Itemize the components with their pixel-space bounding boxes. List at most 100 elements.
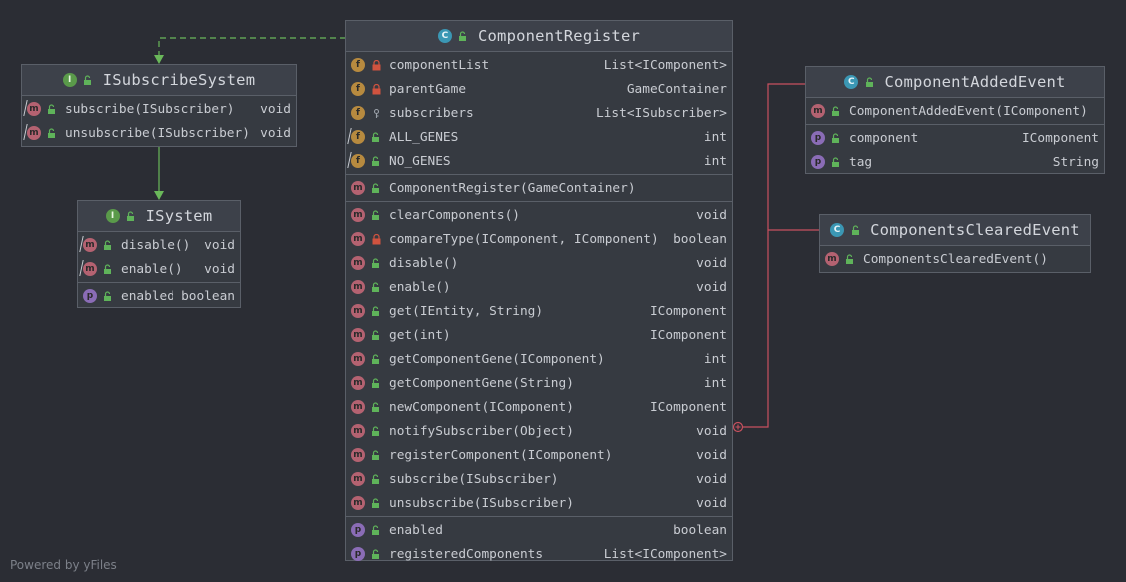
method-icon: m xyxy=(27,126,41,140)
method-row[interactable]: m disable() void xyxy=(78,233,240,257)
class-header[interactable]: I ISystem xyxy=(78,201,240,232)
realization-edge-arrowhead xyxy=(154,55,164,64)
method-row[interactable]: m getComponentGene(IComponent) int xyxy=(346,347,732,371)
public-visibility-icon xyxy=(370,449,382,461)
public-visibility-icon xyxy=(370,401,382,413)
method-icon: m xyxy=(351,232,365,246)
member-type: IComponent xyxy=(649,327,727,343)
method-row[interactable]: m disable() void xyxy=(346,251,732,275)
method-row[interactable]: m compareType(IComponent, IComponent) bool… xyxy=(346,227,732,251)
field-row[interactable]: f componentList List<IComponent> xyxy=(346,53,732,77)
inner-class-anchor-plus xyxy=(735,424,741,430)
public-visibility-icon xyxy=(102,263,114,275)
class-component-added-event[interactable]: C ComponentAddedEvent m ComponentAddedEve… xyxy=(805,66,1105,174)
public-visibility-icon xyxy=(370,155,382,167)
class-kind-icon: C xyxy=(830,223,845,237)
member-name: compareType(IComponent, IComponent) xyxy=(389,231,659,247)
public-visibility-icon xyxy=(370,257,382,269)
class-header[interactable]: C ComponentRegister xyxy=(346,21,732,52)
public-visibility-icon xyxy=(458,30,470,42)
member-name: enabled xyxy=(389,522,443,538)
member-name: ComponentRegister(GameContainer) xyxy=(389,180,636,196)
method-row[interactable]: m enable() void xyxy=(78,257,240,281)
member-name: ALL_GENES xyxy=(389,129,459,145)
method-row[interactable]: m getComponentGene(String) int xyxy=(346,371,732,395)
property-row[interactable]: p component IComponent xyxy=(806,126,1104,150)
class-header[interactable]: C ComponentAddedEvent xyxy=(806,67,1104,98)
method-row[interactable]: m registerComponent(IComponent) void xyxy=(346,443,732,467)
method-row[interactable]: m enable() void xyxy=(346,275,732,299)
field-row[interactable]: f ALL_GENES int xyxy=(346,125,732,149)
member-type: int xyxy=(703,351,727,367)
class-component-register[interactable]: C ComponentRegister f componentList List<I… xyxy=(345,20,733,562)
class-name: ComponentsClearedEvent xyxy=(870,221,1080,239)
field-icon: f xyxy=(351,106,365,120)
member-name: componentList xyxy=(389,57,490,73)
fields-section: f componentList List<IComponent> f parentGam… xyxy=(346,52,732,175)
method-row[interactable]: m clearComponents() void xyxy=(346,203,732,227)
public-visibility-icon xyxy=(844,253,856,265)
method-row[interactable]: m newComponent(IComponent) IComponent xyxy=(346,395,732,419)
class-components-cleared-event[interactable]: C ComponentsClearedEvent m ComponentsClea… xyxy=(819,214,1091,273)
property-row[interactable]: p enabled boolean xyxy=(78,284,240,308)
member-name: getComponentGene(IComponent) xyxy=(389,351,605,367)
constructor-row[interactable]: m ComponentAddedEvent(IComponent) xyxy=(806,99,1104,123)
properties-section: p enabled boolean xyxy=(78,283,240,309)
member-name: registerComponent(IComponent) xyxy=(389,447,613,463)
public-visibility-icon xyxy=(370,305,382,317)
method-icon: m xyxy=(811,104,825,118)
public-visibility-icon xyxy=(864,76,876,88)
method-row[interactable]: m notifySubscriber(Object) void xyxy=(346,419,732,443)
inner-class-anchor-icon xyxy=(732,421,744,433)
field-row[interactable]: f subscribers List<ISubscriber> xyxy=(346,101,732,125)
constructor-row[interactable]: m ComponentsClearedEvent() xyxy=(820,247,1090,271)
member-type: void xyxy=(204,261,235,277)
constructors-section: m ComponentRegister(GameContainer) xyxy=(346,175,732,202)
method-icon: m xyxy=(351,472,365,486)
property-icon: p xyxy=(351,523,365,537)
method-row[interactable]: m get(IEntity, String) IComponent xyxy=(346,299,732,323)
field-row[interactable]: f NO_GENES int xyxy=(346,149,732,173)
private-visibility-icon xyxy=(370,233,382,245)
method-row[interactable]: m subscribe(ISubscriber) void xyxy=(22,97,296,121)
member-type: boolean xyxy=(673,522,727,538)
property-row[interactable]: p registeredComponents List<IComponent> xyxy=(346,542,732,566)
realization-edge-register-to-isubscribesystem xyxy=(158,37,346,58)
member-name: NO_GENES xyxy=(389,153,451,169)
method-row[interactable]: m unsubscribe(ISubscriber) void xyxy=(346,491,732,515)
methods-section: m subscribe(ISubscriber) void m unsubscribe(… xyxy=(22,96,296,146)
member-name: getComponentGene(String) xyxy=(389,375,574,391)
class-header[interactable]: C ComponentsClearedEvent xyxy=(820,215,1090,246)
property-row[interactable]: p enabled boolean xyxy=(346,518,732,542)
member-name: ComponentAddedEvent(IComponent) xyxy=(849,103,1088,119)
method-icon: m xyxy=(351,280,365,294)
member-type: void xyxy=(696,471,727,487)
property-row[interactable]: p tag String xyxy=(806,150,1104,174)
public-visibility-icon xyxy=(370,377,382,389)
member-type: void xyxy=(260,101,291,117)
member-name: subscribe(ISubscriber) xyxy=(65,101,235,117)
class-header[interactable]: I ISubscribeSystem xyxy=(22,65,296,96)
method-icon: m xyxy=(351,328,365,342)
interface-isystem[interactable]: I ISystem m disable() void m enable() void p e… xyxy=(77,200,241,308)
constructor-row[interactable]: m ComponentRegister(GameContainer) xyxy=(346,176,732,200)
field-row[interactable]: f parentGame GameContainer xyxy=(346,77,732,101)
method-row[interactable]: m get(int) IComponent xyxy=(346,323,732,347)
member-type: void xyxy=(696,207,727,223)
constructors-section: m ComponentsClearedEvent() xyxy=(820,246,1090,272)
member-name: get(int) xyxy=(389,327,451,343)
member-type: IComponent xyxy=(649,303,727,319)
method-row[interactable]: m unsubscribe(ISubscriber) void xyxy=(22,121,296,145)
public-visibility-icon xyxy=(830,132,842,144)
member-name: newComponent(IComponent) xyxy=(389,399,574,415)
method-icon: m xyxy=(351,496,365,510)
member-type: boolean xyxy=(673,231,727,247)
method-icon: m xyxy=(351,304,365,318)
method-row[interactable]: m subscribe(ISubscriber) void xyxy=(346,467,732,491)
interface-isubscribe-system[interactable]: I ISubscribeSystem m subscribe(ISubscribe… xyxy=(21,64,297,147)
public-visibility-icon xyxy=(370,353,382,365)
properties-section: p enabled boolean p registeredComponents List… xyxy=(346,517,732,567)
member-name: tag xyxy=(849,154,873,170)
member-name: get(IEntity, String) xyxy=(389,303,544,319)
member-type: void xyxy=(696,423,727,439)
